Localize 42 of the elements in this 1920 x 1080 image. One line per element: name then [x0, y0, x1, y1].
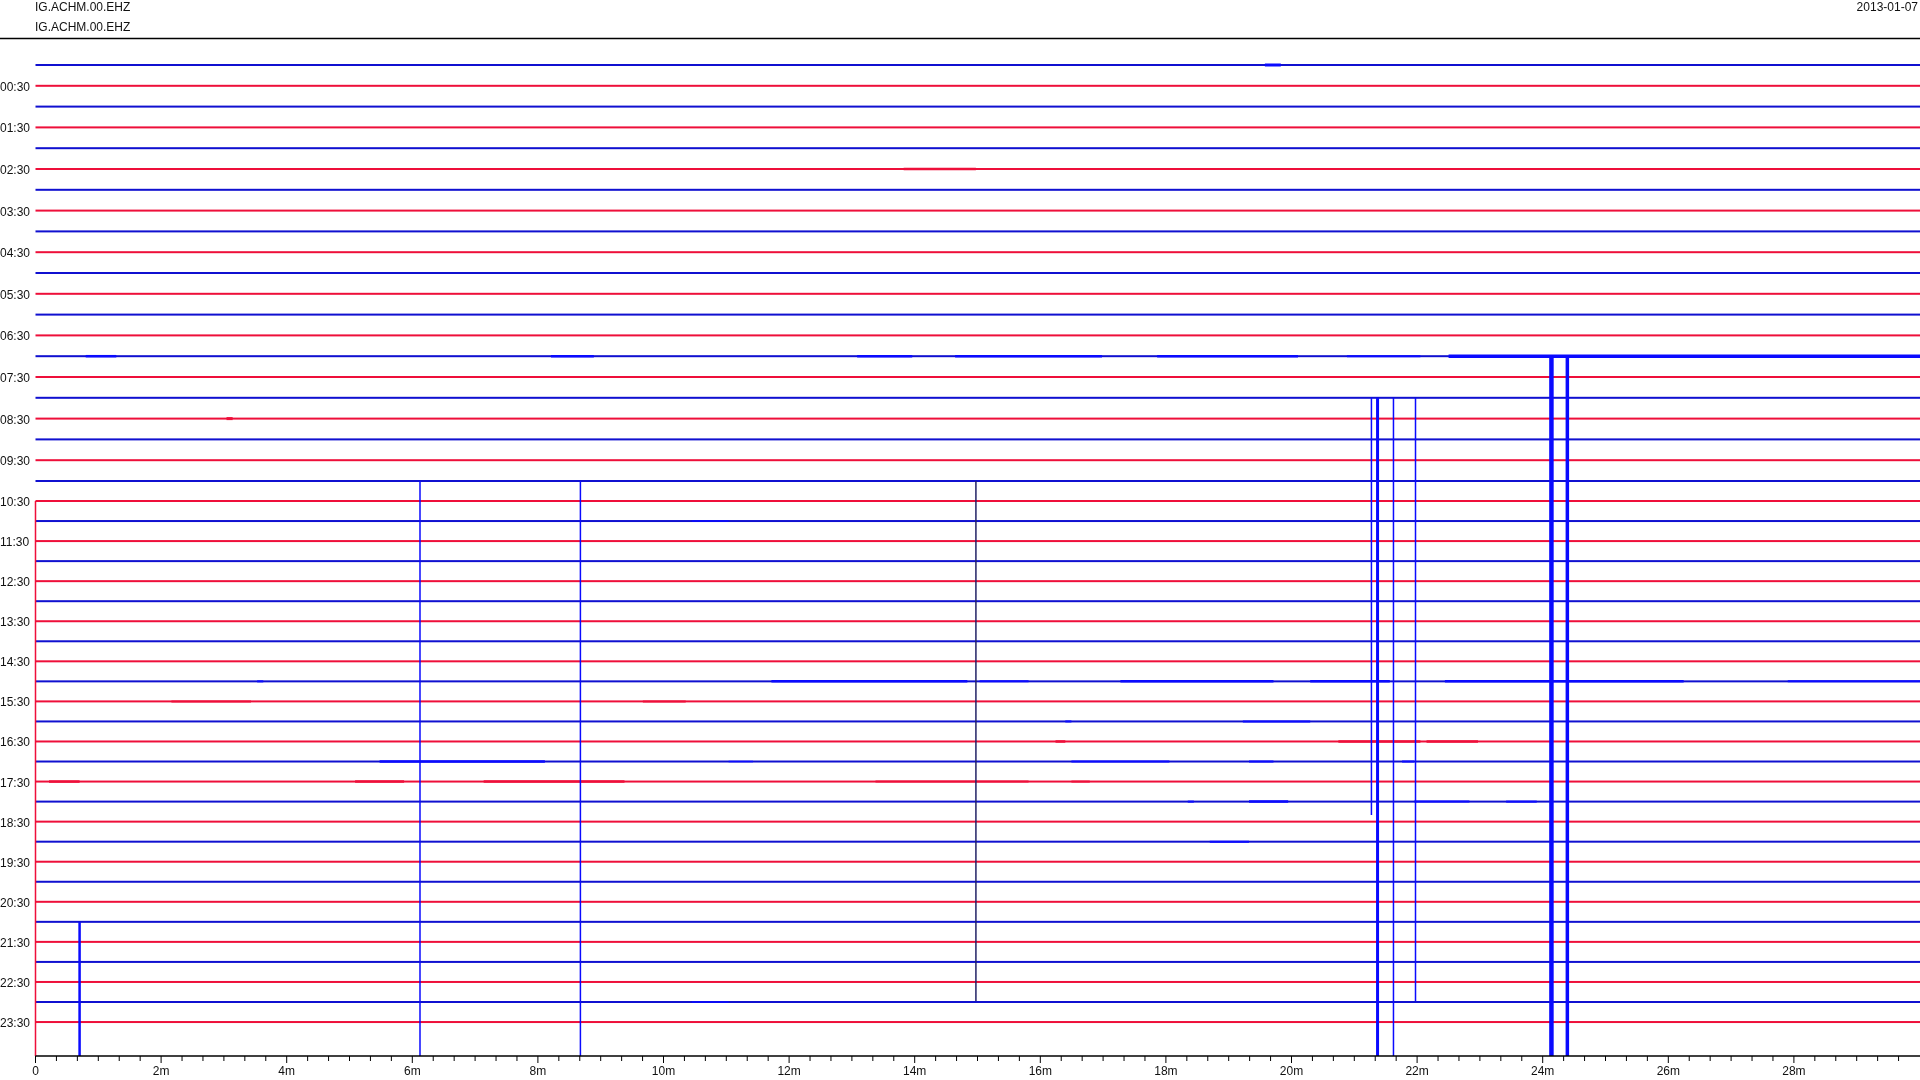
x-tick-label: 28m [1782, 1064, 1806, 1078]
time-label: 03:30 [0, 204, 31, 219]
time-label: 04:30 [0, 246, 31, 261]
x-tick-label: 20m [1279, 1064, 1304, 1078]
time-label: 12:30 [0, 575, 31, 590]
time-label: 08:30 [0, 412, 31, 427]
time-label: 21:30 [0, 935, 31, 950]
time-label: 09:30 [0, 454, 31, 469]
time-label: 19:30 [0, 855, 31, 870]
time-label: 06:30 [0, 329, 31, 344]
x-tick-label: 10m [651, 1064, 676, 1078]
x-tick-label: 18m [1154, 1064, 1178, 1078]
time-label: 07:30 [0, 371, 31, 385]
time-label: 20:30 [0, 895, 31, 910]
x-tick-label: 2m [152, 1064, 170, 1078]
time-label: 16:30 [0, 735, 31, 750]
x-tick-label: 0 [32, 1064, 39, 1078]
time-label: 22:30 [0, 975, 31, 990]
station-label: IG.ACHM.00.EHZ [35, 20, 131, 34]
x-tick-label: 14m [903, 1064, 927, 1078]
time-label: 13:30 [0, 615, 31, 630]
x-tick-label: 22m [1405, 1064, 1429, 1078]
x-tick-label: 16m [1028, 1064, 1052, 1078]
x-tick-label: 4m [278, 1064, 296, 1078]
time-label: 01:30 [0, 121, 31, 136]
x-tick-label: 24m [1531, 1064, 1555, 1078]
x-tick-label: 8m [529, 1064, 547, 1078]
time-label: 11:30 [0, 535, 30, 550]
time-label: 23:30 [0, 1016, 31, 1031]
time-label: 14:30 [0, 655, 31, 670]
time-label: 00:30 [0, 79, 31, 94]
station-label: IG.ACHM.00.EHZ [35, 0, 131, 14]
x-tick-label: 6m [403, 1064, 421, 1078]
time-label: 18:30 [0, 815, 31, 830]
time-label: 15:30 [0, 695, 31, 710]
time-label: 02:30 [0, 163, 31, 177]
time-label: 17:30 [0, 775, 31, 790]
time-label: 05:30 [0, 287, 31, 302]
date-label: 2013-01-07 [1856, 0, 1918, 14]
x-tick-label: 26m [1656, 1064, 1680, 1078]
time-label: 10:30 [0, 495, 31, 509]
x-tick-label: 12m [777, 1064, 801, 1078]
